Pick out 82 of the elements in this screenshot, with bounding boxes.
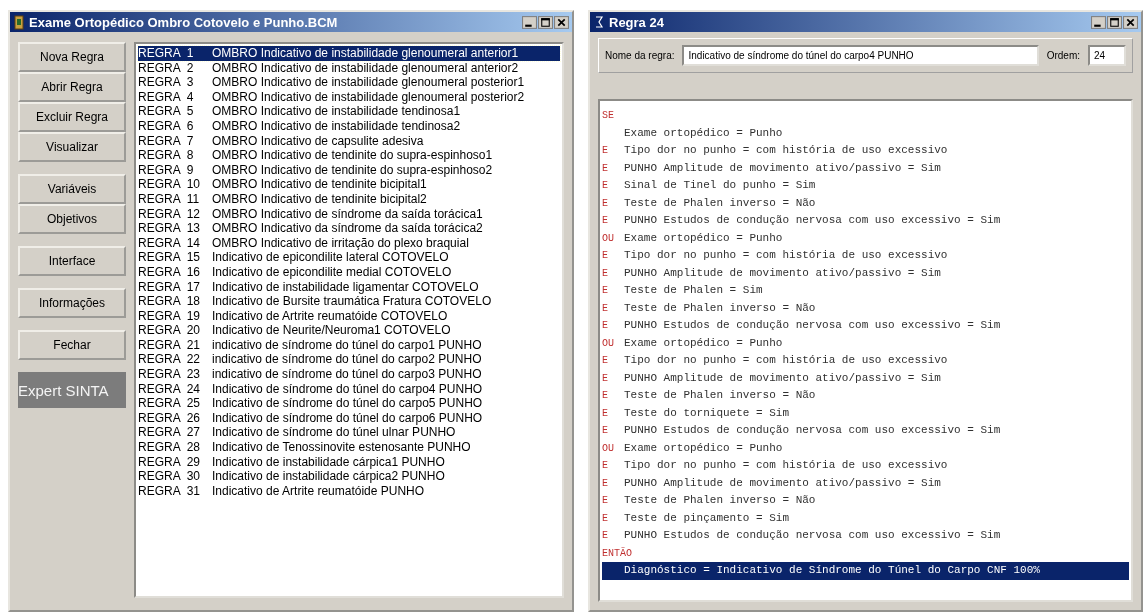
rule-item[interactable]: REGRA 12 OMBRO Indicativo de síndrome da saída torácica1 <box>138 206 560 222</box>
rule-line: OU Exame ortopédico = Punho <box>602 335 784 351</box>
rule-line: E Teste de Phalen inverso = Não <box>602 300 817 316</box>
minimize-icon[interactable] <box>1091 15 1106 29</box>
action-button[interactable]: Informações <box>18 288 126 318</box>
rule-item[interactable]: REGRA 1 OMBRO Indicativo de instabilidade glenoumeral anterior1 <box>138 46 560 61</box>
rule-line: E PUNHO Estudos de condução nervosa com uso excessivo = Sim <box>602 528 1002 543</box>
rule-item[interactable]: REGRA 9 OMBRO Indicativo de tendinite do supra-espinhoso2 <box>138 162 560 178</box>
field-label: Ordem: <box>1046 50 1080 61</box>
rule-line: E PUNHO Amplitude de movimento ativo/passivo = Sim <box>602 370 942 386</box>
action-button[interactable]: Abrir Regra <box>18 72 126 102</box>
rule-line: Exame ortopédico = Punho <box>623 125 784 141</box>
rule-line: E PUNHO Amplitude de movimento ativo/passivo = Sim <box>602 160 942 176</box>
rule-line: E Tipo dor no punho = com história de uso excessivo <box>602 353 949 368</box>
rule-item[interactable]: REGRA 16 Indicativo de epicondilite medial COTOVELO <box>138 264 560 280</box>
rule-item[interactable]: REGRA 30 Indicativo de instabilidade cárpica2 PUNHO <box>138 469 560 484</box>
rule-item[interactable]: REGRA 11 OMBRO Indicativo de tendinite bicipital2 <box>138 191 560 207</box>
brand-label: Expert SINTA <box>18 372 126 408</box>
action-button[interactable]: Nova Regra <box>18 42 126 72</box>
rule-line: E Teste de Phalen = Sim <box>602 283 764 298</box>
rule-item[interactable]: REGRA 7 OMBRO Indicativo de capsulite adesiva <box>138 133 560 149</box>
rule-item[interactable]: REGRA 6 OMBRO Indicativo de instabilidade tendinosa2 <box>138 118 560 134</box>
rule-line: E Tipo dor no punho = com história de uso excessivo <box>602 458 949 473</box>
rule-item[interactable]: REGRA 21 indicativo de síndrome do túnel do carpo1 PUNHO <box>138 337 560 353</box>
action-button[interactable]: Variáveis <box>18 174 126 204</box>
rule-item[interactable]: REGRA 3 OMBRO Indicativo de instabilidade glenoumeral posterior1 <box>138 75 560 90</box>
rule-item[interactable]: REGRA 19 Indicativo de Artrite reumatóide COTOVELO <box>138 308 560 324</box>
rule-item[interactable]: REGRA 24 Indicativo de síndrome do túnel do carpo4 PUNHO <box>138 381 560 397</box>
field-label: Nome da regra: <box>605 50 675 61</box>
rule-item[interactable]: REGRA 23 indicativo de síndrome do túnel do carpo3 PUNHO <box>138 367 560 382</box>
maximize-icon[interactable] <box>538 15 553 29</box>
rule-item[interactable]: REGRA 15 Indicativo de epicondilite lateral COTOVELO <box>138 250 560 265</box>
action-button[interactable]: Visualizar <box>18 132 126 162</box>
action-button[interactable]: Fechar <box>18 330 126 360</box>
rule-item[interactable]: REGRA 22 indicativo de síndrome do túnel do carpo2 PUNHO <box>138 352 560 368</box>
rule-line: SE <box>602 109 615 123</box>
rule-item[interactable]: REGRA 25 Indicativo de síndrome do túnel do carpo5 PUNHO <box>138 396 560 411</box>
close-icon[interactable] <box>1123 15 1138 29</box>
rule-item[interactable]: REGRA 8 OMBRO Indicativo de tendinite do supra-espinhoso1 <box>138 148 560 163</box>
rule-line: OU Exame ortopédico = Punho <box>602 440 784 456</box>
action-button[interactable]: Excluir Regra <box>18 102 126 132</box>
rule-line: E Teste de Phalen inverso = Não <box>602 195 817 211</box>
rule-line: E PUNHO Amplitude de movimento ativo/passivo = Sim <box>602 265 942 281</box>
rule-line: E PUNHO Estudos de condução nervosa com uso excessivo = Sim <box>602 318 1002 333</box>
maximize-icon[interactable] <box>1107 15 1122 29</box>
rule-line: E Teste de Phalen inverso = Não <box>602 493 817 508</box>
rule-item[interactable]: REGRA 26 Indicativo de síndrome do túnel do carpo6 PUNHO <box>138 410 560 426</box>
app-icon <box>13 14 25 30</box>
rule-item[interactable]: REGRA 4 OMBRO Indicativo de instabilidade glenoumeral posterior2 <box>138 89 560 105</box>
rule-line: E Teste de pinçamento = Sim <box>602 510 791 526</box>
rule-item[interactable]: REGRA 14 OMBRO Indicativo de irritação do plexo braquial <box>138 235 560 251</box>
rule-line: E PUNHO Estudos de condução nervosa com uso excessivo = Sim <box>602 213 1002 228</box>
rule-item[interactable]: REGRA 17 Indicativo de instabilidade ligamentar COTOVELO <box>138 279 560 295</box>
rule-line: ENTÃO <box>602 546 633 561</box>
app-icon <box>593 14 605 30</box>
rule-item[interactable]: REGRA 29 Indicativo de instabilidade cárpica1 PUNHO <box>138 454 560 470</box>
rule-name-field[interactable]: Indicativo de síndrome do túnel do carpo4 PUNHO <box>682 45 1039 66</box>
action-button[interactable]: Interface <box>18 246 126 276</box>
rule-item[interactable]: REGRA 18 Indicativo de Bursite traumática Fratura COTOVELO <box>138 294 560 309</box>
rule-item[interactable]: REGRA 28 Indicativo de Tenossinovite estenosante PUNHO <box>138 440 560 455</box>
rule-item[interactable]: REGRA 2 OMBRO Indicativo de instabilidade glenoumeral anterior2 <box>138 60 560 76</box>
rule-item[interactable]: REGRA 13 OMBRO Indicativo da síndrome da saída torácica2 <box>138 221 560 236</box>
rule-item[interactable]: REGRA 20 Indicativo de Neurite/Neuroma1 COTOVELO <box>138 323 560 338</box>
window-title: Exame Ortopédico Ombro Cotovelo e Punho.BCM <box>29 14 339 30</box>
action-button[interactable]: Objetivos <box>18 204 126 234</box>
rule-line: E Teste de Phalen inverso = Não <box>602 388 817 403</box>
rule-line: OU Exame ortopédico = Punho <box>602 230 784 246</box>
rule-editor[interactable] <box>598 99 1133 602</box>
window-title: Regra 24 <box>609 14 665 30</box>
rule-item[interactable]: REGRA 27 Indicativo de síndrome do túnel ulnar PUNHO <box>138 425 560 441</box>
rule-item[interactable]: REGRA 5 OMBRO Indicativo de instabilidade tendinosa1 <box>138 104 560 119</box>
minimize-icon[interactable] <box>522 15 537 29</box>
order-field[interactable]: 24 <box>1088 45 1126 66</box>
rule-item[interactable]: REGRA 10 OMBRO Indicativo de tendinite bicipital1 <box>138 177 560 192</box>
rule-line: E PUNHO Estudos de condução nervosa com uso excessivo = Sim <box>602 423 1002 438</box>
rule-line: E Sinal de Tinel do punho = Sim <box>602 178 817 193</box>
rule-line: E Tipo dor no punho = com história de uso excessivo <box>602 143 949 158</box>
close-icon[interactable] <box>554 15 569 29</box>
rule-line: E PUNHO Amplitude de movimento ativo/passivo = Sim <box>602 475 942 491</box>
rule-line: E Tipo dor no punho = com história de uso excessivo <box>602 248 949 263</box>
rule-item[interactable]: REGRA 31 Indicativo de Artrite reumatóide PUNHO <box>138 483 560 499</box>
rule-line: E Teste do torniquete = Sim <box>602 405 791 421</box>
